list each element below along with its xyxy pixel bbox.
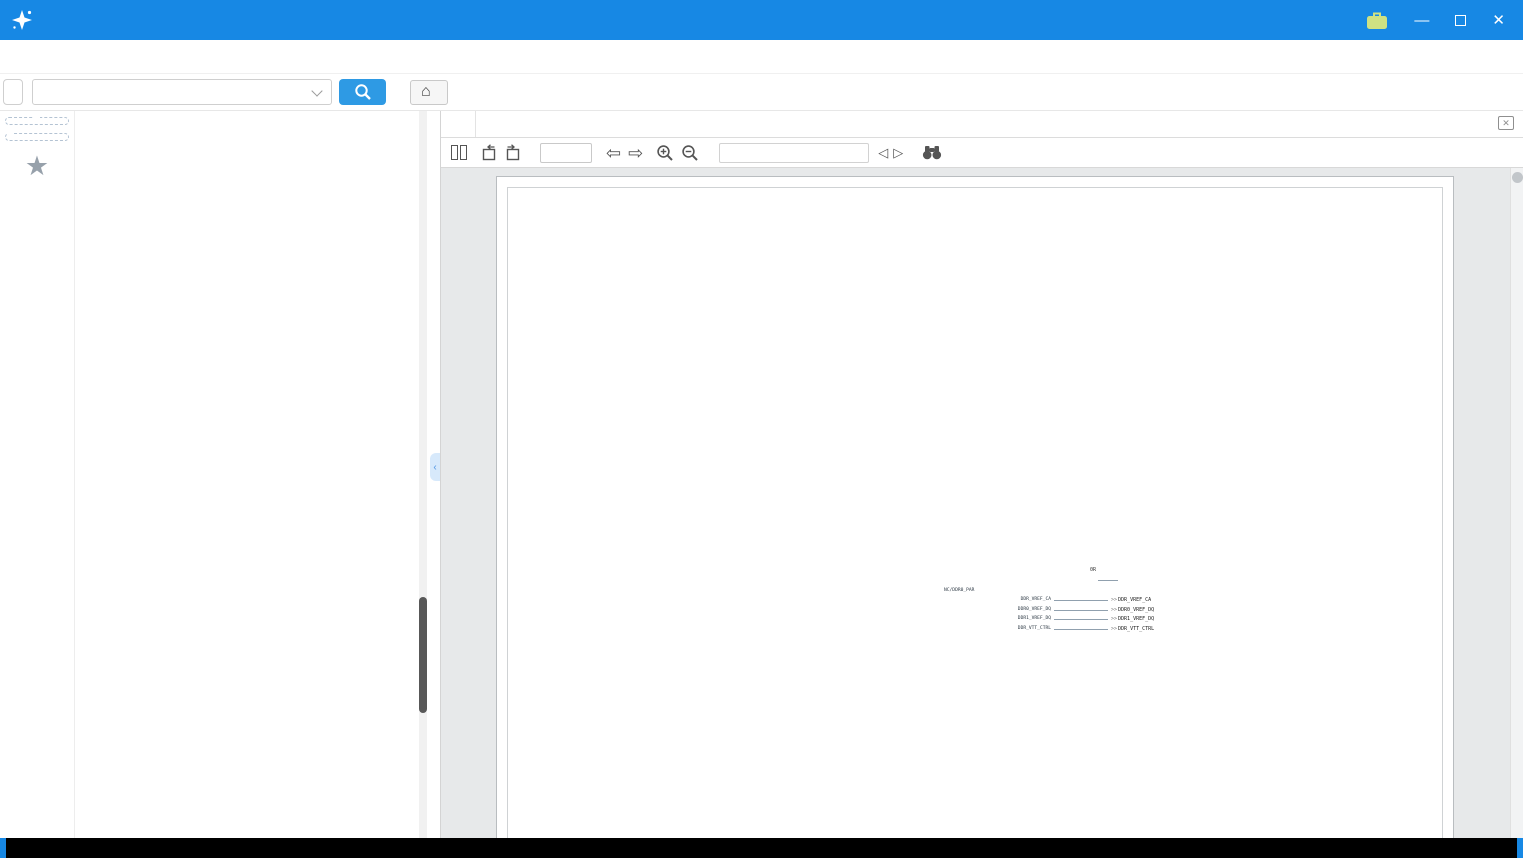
star-icon: ★ [24, 151, 50, 181]
pdf-viewport[interactable]: 0R NC/DDR0_PAR DDR_VREF_CA >>DDR_VREF_CA DDR… [441, 168, 1523, 838]
document-area: ✕ ⇦ ⇨ ◁ ▷ 0R NC/DDR0_PAR DDR_VREF_CA >>D… [441, 111, 1523, 838]
offpage-connector-label: >>DDR0_VREF_DQ [1111, 606, 1155, 613]
search-button[interactable] [339, 79, 386, 105]
main-toolbar: ⌂ [0, 74, 1523, 111]
window-controls: — ✕ [1366, 11, 1513, 30]
shrink-button[interactable] [3, 79, 23, 105]
prev-page-icon[interactable]: ⇦ [606, 144, 621, 162]
tree-scrollbar-thumb[interactable] [419, 597, 427, 713]
offpage-connector-label: >>DDR1_VREF_DQ [1111, 616, 1155, 623]
vip-section [5, 117, 69, 125]
home-icon: ⌂ [421, 83, 431, 100]
wire [1054, 628, 1108, 630]
pdf-toolbar: ⇦ ⇨ ◁ ▷ [441, 138, 1523, 168]
wire [1054, 619, 1108, 621]
custom-section [5, 133, 69, 141]
vip-briefcase-icon[interactable] [1366, 11, 1388, 30]
wire [1054, 609, 1108, 611]
next-page-icon[interactable]: ⇨ [628, 144, 643, 162]
net-label: DDR1_VREF_DQ [1017, 616, 1051, 622]
app-window: — ✕ ⌂ ★ ‹ ✕ ⇦ ⇨ ◁ ▷ 0R NC/DDR0_PAR DDR_V… [0, 0, 1523, 858]
find-previous-icon[interactable]: ◁ [878, 146, 888, 159]
zoom-out-icon[interactable] [681, 144, 699, 162]
tree-scrollbar[interactable] [419, 111, 427, 838]
offpage-connector-label: >>DDR_VTT_CTRL [1111, 625, 1155, 632]
wire [1054, 600, 1108, 601]
close-button[interactable]: ✕ [1492, 13, 1505, 28]
zoom-in-icon[interactable] [656, 144, 674, 162]
model-search-combobox[interactable] [32, 79, 332, 105]
resistor-value: 0R [1090, 567, 1097, 573]
find-next-icon[interactable]: ▷ [893, 146, 903, 159]
title-bar: — ✕ [0, 0, 1523, 40]
app-logo-icon [10, 8, 34, 32]
wire [1098, 580, 1118, 581]
model-tree-panel: ‹ [75, 111, 441, 838]
two-page-view-icon[interactable] [451, 145, 467, 160]
tab-row: ✕ [441, 111, 1523, 138]
dropdown-caret-icon[interactable] [311, 84, 323, 97]
model-search-input[interactable] [33, 84, 313, 100]
rotate-right-icon[interactable] [505, 144, 521, 161]
sidebar-item-favorites[interactable]: ★ [0, 153, 74, 183]
net-label: DDR_VREF_CA [1020, 597, 1051, 602]
document-tab[interactable] [441, 111, 476, 137]
net-label: DDR0_VREF_DQ [1017, 606, 1051, 612]
minimize-button[interactable]: — [1414, 13, 1429, 28]
status-bar [0, 838, 1523, 858]
schematic-sheet: 0R NC/DDR0_PAR DDR_VREF_CA >>DDR_VREF_CA DDR… [507, 187, 1443, 838]
left-sidebar: ★ [0, 111, 75, 838]
rotate-left-icon[interactable] [481, 144, 497, 161]
pdf-page: 0R NC/DDR0_PAR DDR_VREF_CA >>DDR_VREF_CA DDR… [496, 176, 1454, 838]
net-label: DDR_VTT_CTRL [1017, 625, 1051, 631]
search-icon [353, 82, 373, 102]
net-label: NC/DDR0_PAR [944, 588, 975, 593]
binoculars-icon[interactable] [922, 145, 942, 160]
page-number-input[interactable] [540, 142, 592, 163]
maximize-button[interactable] [1455, 14, 1467, 26]
close-document-icon[interactable]: ✕ [1498, 116, 1514, 130]
member-center-button[interactable]: ⌂ [410, 79, 448, 105]
pdf-scrollbar[interactable] [1510, 168, 1523, 838]
collapse-panel-handle[interactable]: ‹ [430, 453, 440, 481]
menu-bar [0, 40, 1523, 74]
offpage-connector-label: >>DDR_VREF_CA [1111, 597, 1152, 603]
pdf-scrollbar-knob[interactable] [1512, 172, 1523, 183]
lookup-input[interactable] [719, 142, 870, 163]
